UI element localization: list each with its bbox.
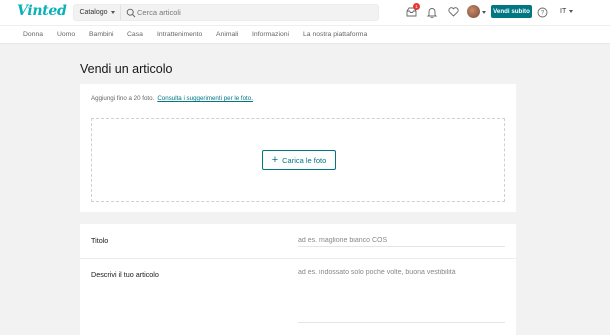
upload-photos-button[interactable]: + Carica le foto	[262, 150, 336, 170]
nav-item-casa[interactable]: Casa	[127, 31, 143, 38]
nav-item-informazioni[interactable]: Informazioni	[252, 31, 289, 38]
title-input[interactable]	[298, 234, 505, 247]
category-nav: Donna Uomo Bambini Casa Intrattenimento …	[0, 25, 610, 44]
plus-icon: +	[271, 153, 279, 166]
description-input[interactable]	[298, 269, 505, 323]
search-bar: Catalogo	[73, 4, 379, 21]
description-label: Descrivi il tuo articolo	[91, 270, 159, 279]
nav-item-bambini[interactable]: Bambini	[89, 31, 114, 38]
svg-text:?: ?	[540, 10, 544, 16]
nav-item-donna[interactable]: Donna	[23, 31, 43, 38]
chevron-down-icon	[110, 11, 115, 14]
nav-item-uomo[interactable]: Uomo	[57, 31, 75, 38]
photo-dropzone[interactable]: + Carica le foto	[91, 118, 505, 202]
photo-tips-link[interactable]: Consulta i suggerimenti per le foto.	[157, 95, 253, 102]
language-selector[interactable]: IT	[560, 8, 574, 15]
upload-button-label: Carica le foto	[282, 155, 327, 165]
language-label: IT	[560, 8, 567, 15]
nav-item-intrattenimento[interactable]: Intrattenimento	[157, 31, 202, 38]
chevron-down-icon[interactable]	[482, 11, 486, 14]
title-label: Titolo	[91, 236, 109, 245]
sell-now-button[interactable]: Vendi subito	[491, 5, 532, 18]
photo-upload-card: Aggiungi fino a 20 foto. Consulta i sugge…	[80, 84, 516, 212]
avatar[interactable]	[467, 5, 480, 18]
chevron-down-icon	[569, 10, 574, 13]
vinted-logo[interactable]: Vinted	[17, 3, 67, 19]
search-input[interactable]	[137, 6, 367, 19]
photo-hint-text: Aggiungi fino a 20 foto.	[91, 95, 155, 102]
notification-badge: 1	[413, 3, 420, 10]
photo-hint: Aggiungi fino a 20 foto. Consulta i sugge…	[91, 95, 253, 102]
bell-icon[interactable]	[425, 5, 439, 19]
item-details-card: Titolo Descrivi il tuo articolo	[80, 224, 516, 335]
catalog-dropdown[interactable]: Catalogo	[74, 5, 121, 20]
heart-icon[interactable]	[446, 5, 460, 19]
search-icon	[126, 8, 136, 18]
divider	[80, 258, 516, 259]
help-icon[interactable]: ?	[535, 5, 549, 19]
page-title: Vendi un articolo	[80, 62, 173, 76]
catalog-label: Catalogo	[79, 9, 108, 16]
top-bar: Vinted Catalogo 1 Vendi subito	[0, 0, 610, 25]
nav-item-animali[interactable]: Animali	[216, 31, 238, 38]
nav-item-piattaforma[interactable]: La nostra piattaforma	[303, 31, 367, 38]
